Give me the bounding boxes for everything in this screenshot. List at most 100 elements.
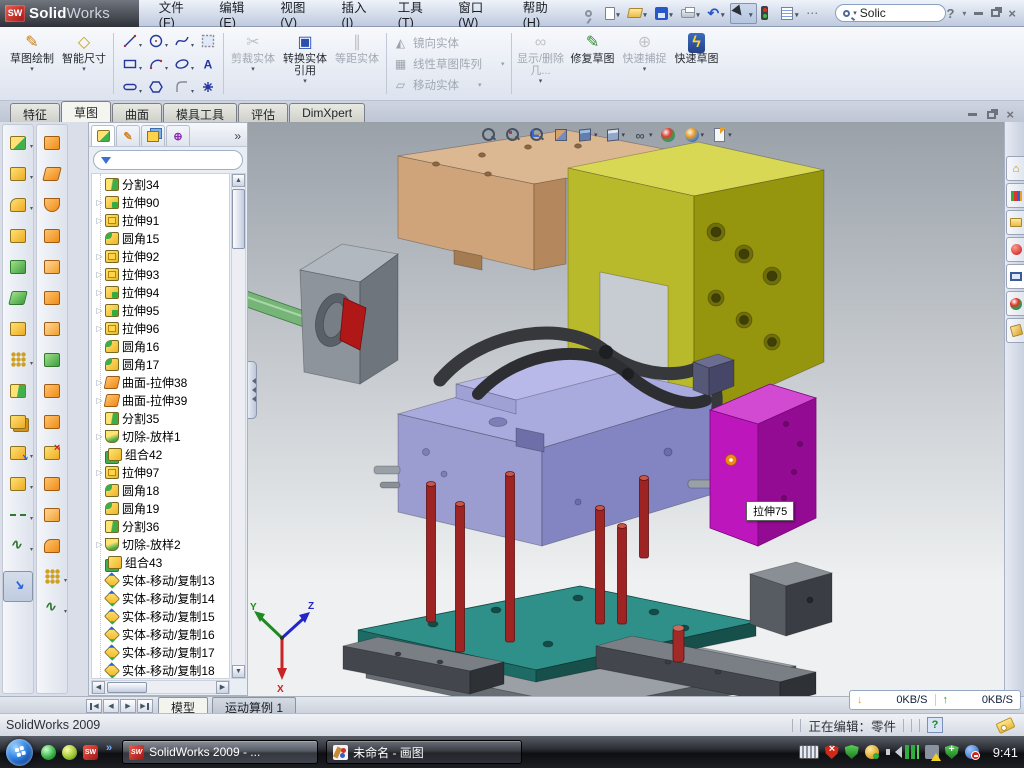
- mirror-entities-button[interactable]: ◭ 镜向实体 ▾: [390, 34, 508, 52]
- propertymanager-tab[interactable]: ✎: [116, 125, 140, 146]
- repair-sketch-button[interactable]: ✎ 修复草图 ▾: [567, 29, 619, 98]
- configurationmanager-tab[interactable]: [141, 125, 165, 146]
- linear-sketch-pattern-button[interactable]: ▦ 线性草图阵列 ▾: [390, 55, 508, 73]
- help-caret-icon[interactable]: ▾: [962, 9, 966, 18]
- feature-tree-item[interactable]: 拉伸94: [92, 283, 229, 301]
- boundary-surface-icon[interactable]: [37, 220, 67, 251]
- expand-arrow-icon[interactable]: [95, 396, 104, 405]
- quick-launch-solidworks-icon[interactable]: SW: [83, 745, 98, 760]
- appearances-scenes-tab[interactable]: [1006, 291, 1024, 316]
- ribbon-tab[interactable]: 草图: [61, 101, 111, 122]
- doc-minimize-button[interactable]: [968, 113, 977, 116]
- antivirus-icon[interactable]: [845, 745, 859, 759]
- quick-tips-icon[interactable]: ?: [927, 717, 943, 733]
- traffic-light-icon[interactable]: [759, 3, 777, 24]
- feature-tree-item[interactable]: 圆角16: [92, 337, 229, 355]
- restore-button[interactable]: [991, 9, 1000, 17]
- help-button[interactable]: ?: [946, 6, 954, 21]
- view-palette-tab[interactable]: [1006, 264, 1024, 289]
- wrap-icon[interactable]: [3, 313, 33, 344]
- pin-icon[interactable]: [583, 3, 601, 24]
- feature-tree-item[interactable]: 组合42: [92, 445, 229, 463]
- feature-tree-item[interactable]: 圆角19: [92, 499, 229, 517]
- reference-geometry-icon[interactable]: [3, 468, 33, 499]
- select-cursor-icon[interactable]: [730, 3, 757, 24]
- open-icon[interactable]: [626, 3, 651, 24]
- edit-appearance-icon[interactable]: [659, 124, 678, 146]
- scroll-thumb[interactable]: [107, 682, 147, 693]
- ribbon-tab[interactable]: DimXpert: [289, 103, 365, 122]
- shell-icon[interactable]: [3, 251, 33, 282]
- expand-arrow-icon[interactable]: [95, 432, 104, 441]
- move-copy-body-icon[interactable]: [3, 437, 33, 468]
- combine-icon[interactable]: [3, 406, 33, 437]
- ribbon-tab[interactable]: 特征: [10, 103, 60, 122]
- design-library-tab[interactable]: [1006, 183, 1024, 208]
- tag-icon[interactable]: [995, 716, 1015, 733]
- feature-tree-item[interactable]: 曲面-拉伸38: [92, 373, 229, 391]
- move-entities-button[interactable]: ▱ 移动实体 ▾: [390, 76, 508, 94]
- sketch-button[interactable]: ✎ 草图绘制 ▾: [6, 29, 58, 98]
- graphics-viewport[interactable]: Y Z X: [248, 122, 1004, 696]
- zoom-area-icon[interactable]: [504, 124, 523, 146]
- knit-surface-icon[interactable]: [37, 375, 67, 406]
- update-badge-icon[interactable]: [865, 745, 879, 759]
- surface-pattern-icon[interactable]: [37, 561, 67, 592]
- feature-tree-item[interactable]: 拉伸90: [92, 193, 229, 211]
- close-button[interactable]: ×: [1008, 6, 1016, 21]
- scroll-thumb[interactable]: [232, 189, 245, 249]
- convert-entities-button[interactable]: ▣ 转换实体引用 ▾: [279, 29, 331, 98]
- lofted-surface-icon[interactable]: [37, 189, 67, 220]
- model-canvas[interactable]: Y Z X: [248, 122, 1004, 696]
- volume-icon[interactable]: [885, 745, 899, 759]
- taskbar-button[interactable]: SW SolidWorks 2009 - ...: [122, 740, 318, 764]
- expand-tabs-icon[interactable]: »: [230, 129, 245, 146]
- feature-tree-item[interactable]: 切除-放样2: [92, 535, 229, 553]
- new-document-icon[interactable]: [603, 3, 624, 24]
- instant3d-icon[interactable]: [3, 571, 33, 602]
- freeform-icon[interactable]: [37, 282, 67, 313]
- display-delete-relations-button[interactable]: ∞ 显示/删除几... ▾: [515, 29, 567, 98]
- feature-tree-item[interactable]: 分割36: [92, 517, 229, 535]
- filled-surface-icon[interactable]: [37, 251, 67, 282]
- feature-tree-item[interactable]: 切除-放样1: [92, 427, 229, 445]
- feature-tree-item[interactable]: 曲面-拉伸39: [92, 391, 229, 409]
- feature-tree-item[interactable]: 实体-移动/复制18: [92, 661, 229, 679]
- offset-entities-button[interactable]: ∥ 等距实体 ▾: [331, 29, 383, 98]
- select-region-icon[interactable]: [195, 30, 220, 52]
- print-icon[interactable]: [679, 3, 704, 24]
- expand-arrow-icon[interactable]: [95, 270, 104, 279]
- slot-icon[interactable]: [117, 76, 142, 98]
- doc-restore-button[interactable]: [987, 111, 996, 119]
- annotation-views-icon[interactable]: [710, 124, 733, 146]
- scroll-right-icon[interactable]: ▶: [216, 681, 229, 694]
- feature-tree-item[interactable]: 拉伸93: [92, 265, 229, 283]
- network-icon[interactable]: [905, 745, 919, 759]
- save-icon[interactable]: [653, 3, 677, 24]
- expand-arrow-icon[interactable]: [95, 468, 104, 477]
- expand-arrow-icon[interactable]: [95, 378, 104, 387]
- planar-surface-icon[interactable]: [37, 313, 67, 344]
- minimize-button[interactable]: [974, 12, 983, 15]
- helix-icon[interactable]: [3, 530, 33, 561]
- feature-tree-item[interactable]: 分割34: [92, 175, 229, 193]
- defender-icon[interactable]: [945, 745, 959, 759]
- view-orientation-icon[interactable]: [576, 124, 599, 146]
- sketch-text-icon[interactable]: A: [195, 53, 220, 75]
- untrim-surface-icon[interactable]: [37, 499, 67, 530]
- expand-arrow-icon[interactable]: [95, 216, 104, 225]
- sketch-fillet-icon[interactable]: [169, 76, 194, 98]
- toolbox-tab[interactable]: [1006, 237, 1024, 262]
- rapid-sketch-button[interactable]: ϟ 快速草图 ▾: [671, 29, 723, 98]
- ime-keyboard-icon[interactable]: [799, 745, 819, 759]
- tree-horizontal-scrollbar[interactable]: ◀ ▶: [91, 680, 230, 694]
- display-style-icon[interactable]: [604, 124, 627, 146]
- tree-filter-box[interactable]: [93, 150, 243, 170]
- quick-snaps-button[interactable]: ⊕ 快速捕捉 ▾: [619, 29, 671, 98]
- extruded-cut-icon[interactable]: [3, 158, 33, 189]
- feature-tree-item[interactable]: 拉伸91: [92, 211, 229, 229]
- extend-surface-icon[interactable]: [37, 344, 67, 375]
- feature-tree-item[interactable]: 圆角15: [92, 229, 229, 247]
- prev-tab-icon[interactable]: ◀: [103, 699, 119, 713]
- solidworks-resources-tab[interactable]: ⌂: [1006, 156, 1024, 181]
